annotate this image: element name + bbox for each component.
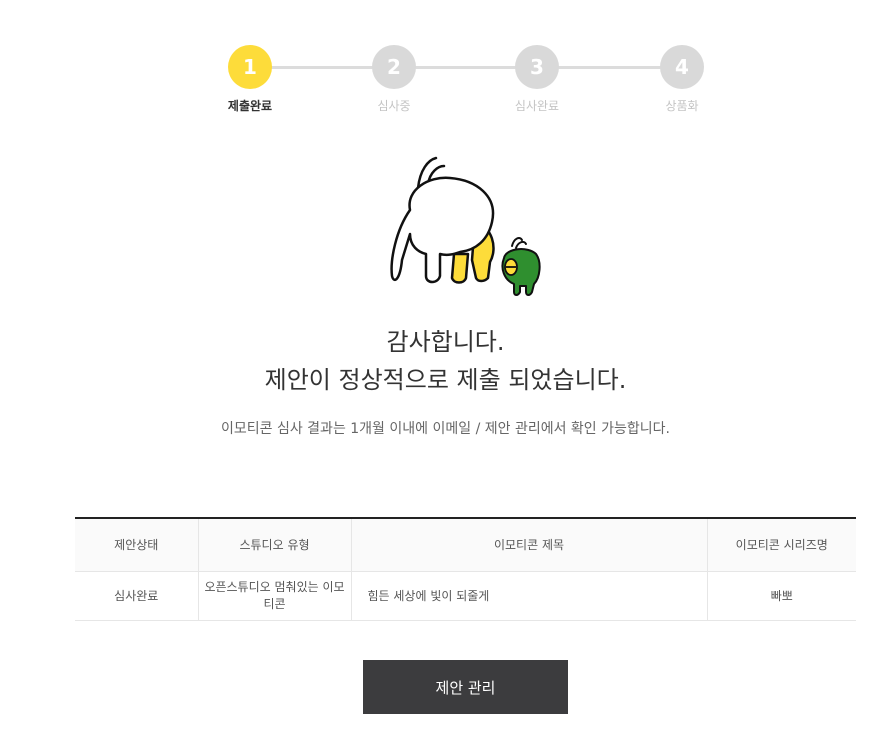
cell-status: 심사완료 bbox=[75, 571, 198, 621]
step-submitted: 1 제출완료 bbox=[205, 45, 295, 114]
cell-studio-type: 오픈스튜디오 멈춰있는 이모티콘 bbox=[197, 571, 351, 621]
submission-table: 제안상태 스튜디오 유형 이모티콘 제목 이모티콘 시리즈명 심사완료 오픈스튜… bbox=[75, 517, 856, 621]
step-commercialized: 4 상품화 bbox=[637, 45, 727, 114]
step-label: 제출완료 bbox=[227, 99, 273, 113]
success-illustration bbox=[380, 150, 550, 300]
step-label: 심사중 bbox=[377, 99, 411, 113]
header-emoticon-title: 이모티콘 제목 bbox=[350, 518, 707, 572]
header-status: 제안상태 bbox=[75, 518, 198, 572]
step-label: 심사완료 bbox=[514, 99, 560, 113]
step-reviewed: 3 심사완료 bbox=[492, 45, 582, 114]
thanks-heading: 감사합니다. bbox=[386, 328, 505, 356]
step-number: 4 bbox=[660, 45, 704, 89]
step-number: 3 bbox=[515, 45, 559, 89]
review-notice: 이모티콘 심사 결과는 1개월 이내에 이메일 / 제안 관리에서 확인 가능합… bbox=[221, 421, 670, 437]
table-header-row: 제안상태 스튜디오 유형 이모티콘 제목 이모티콘 시리즈명 bbox=[75, 518, 856, 572]
stepper-line bbox=[250, 66, 682, 69]
step-number: 2 bbox=[372, 45, 416, 89]
progress-stepper: 1 제출완료 2 심사중 3 심사완료 4 상품화 bbox=[0, 45, 891, 125]
step-number: 1 bbox=[228, 45, 272, 89]
submitted-heading: 제안이 정상적으로 제출 되었습니다. bbox=[264, 366, 627, 394]
header-series-name: 이모티콘 시리즈명 bbox=[706, 518, 856, 572]
header-studio-type: 스튜디오 유형 bbox=[197, 518, 351, 572]
cell-emoticon-title: 힘든 세상에 빛이 되줄게 bbox=[350, 571, 707, 621]
table-row: 심사완료 오픈스튜디오 멈춰있는 이모티콘 힘든 세상에 빛이 되줄게 빠뽀 bbox=[75, 571, 856, 621]
cell-series-name: 빠뽀 bbox=[706, 571, 856, 621]
step-label: 상품화 bbox=[665, 99, 699, 113]
character-illustration bbox=[390, 156, 541, 296]
proposal-manage-button[interactable]: 제안 관리 bbox=[363, 660, 568, 714]
step-reviewing: 2 심사중 bbox=[349, 45, 439, 114]
